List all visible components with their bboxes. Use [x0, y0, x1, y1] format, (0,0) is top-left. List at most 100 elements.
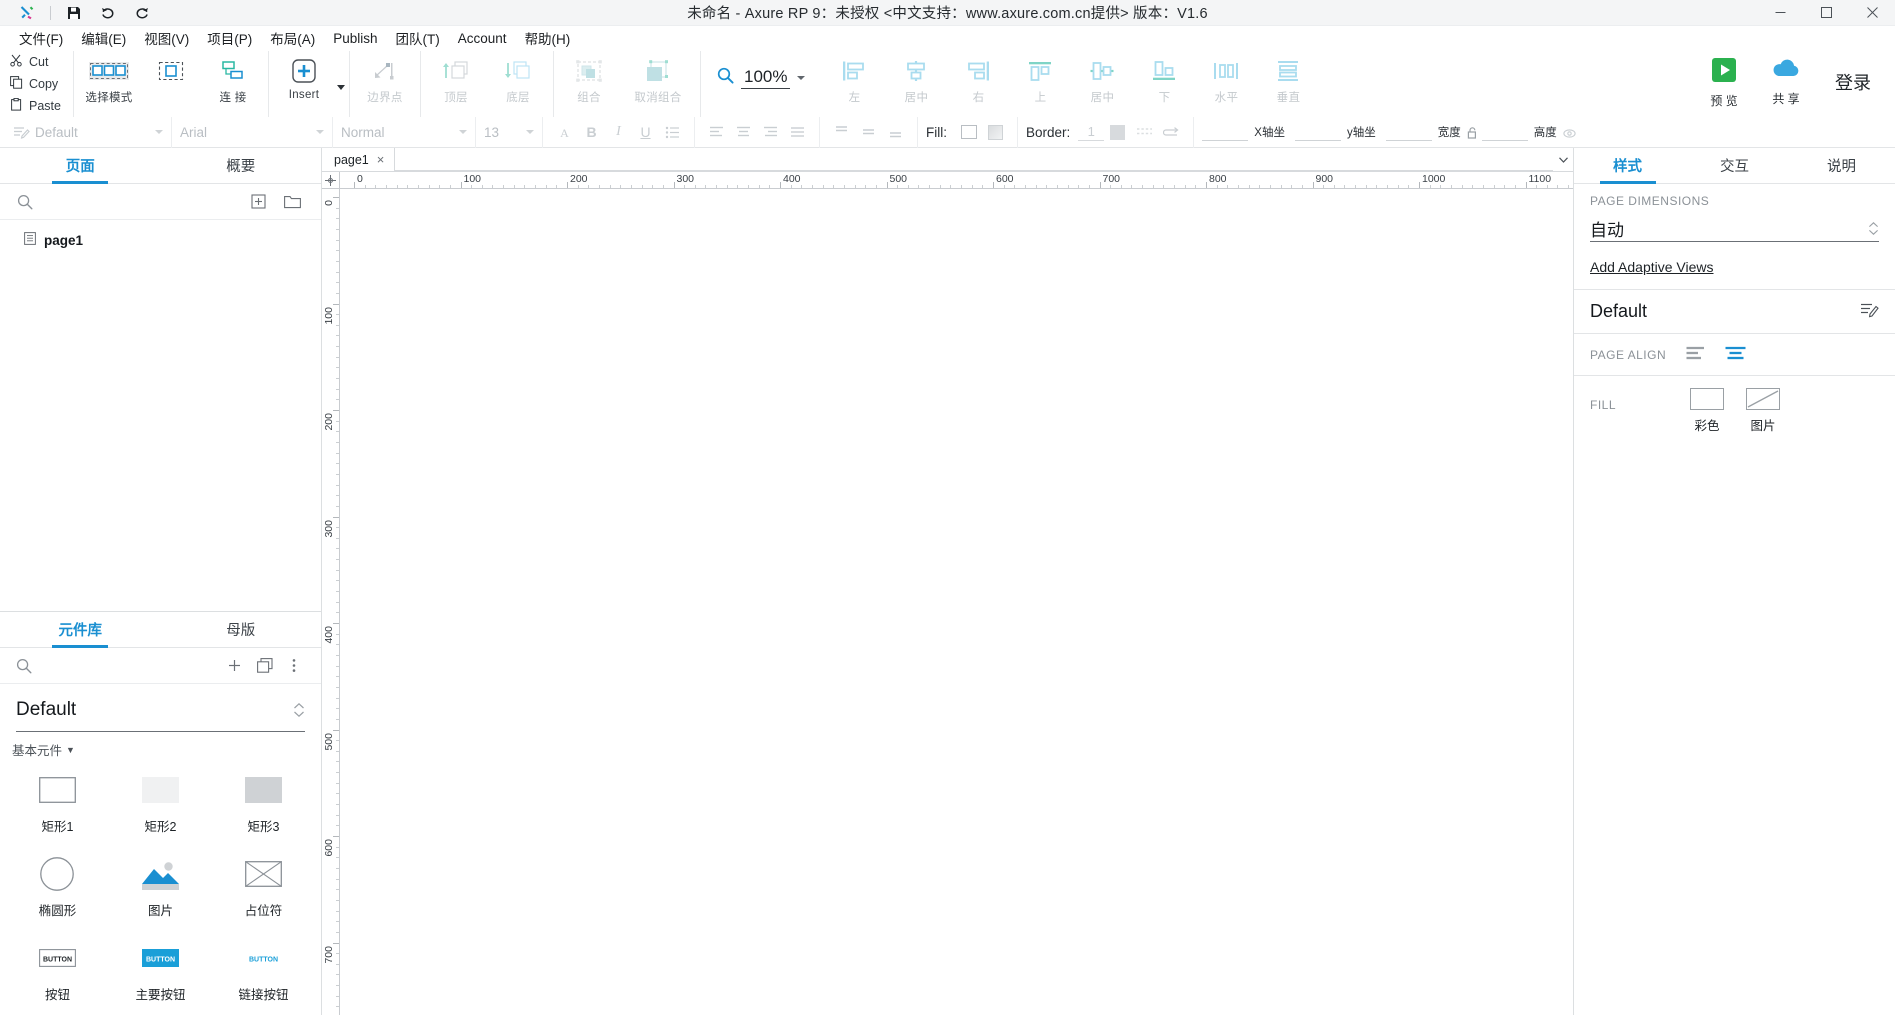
cut-button[interactable]: Cut	[10, 52, 73, 72]
horizontal-ruler-track[interactable]: 0100200300400500600700800900100011001200	[340, 172, 1573, 188]
widget-ellipse[interactable]: 椭圆形	[6, 847, 109, 931]
width-field[interactable]: 宽度	[1385, 124, 1478, 141]
tab-notes[interactable]: 说明	[1788, 148, 1895, 183]
widget-image[interactable]: 图片	[109, 847, 212, 931]
height-input[interactable]	[1481, 124, 1528, 141]
menu-project[interactable]: 项目(P)	[198, 25, 261, 51]
tab-style[interactable]: 样式	[1574, 148, 1681, 183]
tab-outline[interactable]: 概要	[161, 148, 322, 183]
bold-icon[interactable]: B	[578, 120, 605, 144]
menu-file[interactable]: 文件(F)	[10, 25, 72, 51]
search-icon[interactable]	[16, 658, 32, 674]
valign-top-icon[interactable]	[828, 120, 855, 144]
chevron-down-icon[interactable]	[797, 76, 806, 80]
select-mode-button[interactable]: 选择模式	[78, 51, 140, 111]
align-center-button[interactable]: 居中	[885, 51, 947, 111]
arrow-style-icon[interactable]	[1158, 120, 1185, 144]
insert-button[interactable]: Insert	[273, 51, 335, 111]
send-to-back-button[interactable]: 底层	[487, 51, 549, 111]
align-middle-button[interactable]: 居中	[1071, 51, 1133, 111]
y-input[interactable]	[1294, 124, 1341, 141]
dimensions-spinner-icon[interactable]	[1868, 221, 1879, 236]
select-single-button[interactable]	[140, 51, 202, 111]
page-dimensions-select[interactable]: 自动	[1590, 216, 1879, 242]
library-spinner-icon[interactable]	[293, 702, 305, 718]
share-button[interactable]: 共 享	[1755, 51, 1817, 113]
redo-icon[interactable]	[125, 0, 159, 26]
page-align-center-icon[interactable]	[1725, 345, 1746, 365]
bullet-list-icon[interactable]	[659, 120, 686, 144]
copy-button[interactable]: Copy	[10, 74, 73, 94]
preview-button[interactable]: 预 览	[1693, 51, 1755, 113]
library-select[interactable]: Default	[16, 688, 305, 732]
add-adaptive-views-link[interactable]: Add Adaptive Views	[1590, 259, 1879, 275]
boundary-point-button[interactable]: 边界点	[354, 51, 416, 111]
border-color-swatch[interactable]	[1104, 120, 1131, 144]
width-input[interactable]	[1385, 124, 1432, 141]
page-align-left-icon[interactable]	[1686, 345, 1707, 365]
zoom-control[interactable]: 100%	[701, 45, 819, 111]
widget-primary-button[interactable]: BUTTON 主要按钮	[109, 931, 212, 1015]
valign-bottom-icon[interactable]	[882, 120, 909, 144]
save-icon[interactable]	[57, 0, 91, 26]
x-input[interactable]	[1202, 124, 1249, 141]
widget-rectangle-3[interactable]: 矩形3	[212, 763, 315, 847]
library-more-icon[interactable]	[283, 653, 305, 679]
text-align-justify-icon[interactable]	[784, 120, 811, 144]
align-left-button[interactable]: 左	[823, 51, 885, 111]
italic-icon[interactable]: I	[605, 120, 632, 144]
widget-rectangle-2[interactable]: 矩形2	[109, 763, 212, 847]
tab-interactions[interactable]: 交互	[1681, 148, 1788, 183]
lock-icon[interactable]	[1467, 126, 1478, 141]
connect-button[interactable]: 连 接	[202, 51, 264, 111]
ruler-origin-icon[interactable]	[322, 172, 340, 188]
distribute-vertical-button[interactable]: 垂直	[1257, 51, 1319, 111]
fill-color-option[interactable]: 彩色	[1690, 388, 1724, 434]
valign-middle-icon[interactable]	[855, 120, 882, 144]
distribute-horizontal-button[interactable]: 水平	[1195, 51, 1257, 111]
paste-button[interactable]: Paste	[10, 96, 73, 116]
text-align-center-icon[interactable]	[730, 120, 757, 144]
vertical-ruler[interactable]: 0100200300400500600700800	[322, 189, 340, 1015]
close-icon[interactable]: ×	[377, 152, 385, 167]
group-button[interactable]: 组合	[558, 51, 620, 111]
menu-layout[interactable]: 布局(A)	[261, 25, 324, 51]
text-align-right-icon[interactable]	[757, 120, 784, 144]
canvas-tab-dropdown[interactable]	[1553, 148, 1573, 171]
height-field[interactable]: 高度	[1481, 124, 1576, 141]
border-style-icon[interactable]	[1131, 120, 1158, 144]
widget-rectangle-1[interactable]: 矩形1	[6, 763, 109, 847]
fill-image-option[interactable]: 图片	[1746, 388, 1780, 434]
login-button[interactable]: 登录	[1817, 51, 1885, 113]
menu-account[interactable]: Account	[449, 28, 516, 49]
font-size-select[interactable]: 13	[484, 121, 534, 143]
tab-pages[interactable]: 页面	[0, 148, 161, 183]
bring-to-front-button[interactable]: 顶层	[425, 51, 487, 111]
search-icon[interactable]	[16, 194, 34, 210]
tab-masters[interactable]: 母版	[161, 612, 322, 647]
zoom-level[interactable]: 100%	[741, 67, 791, 89]
menu-team[interactable]: 团队(T)	[387, 25, 449, 51]
insert-dropdown-caret[interactable]	[337, 84, 345, 90]
y-field[interactable]: y轴坐	[1294, 124, 1382, 141]
fill-color-swatch[interactable]	[955, 120, 982, 144]
visibility-eye-icon[interactable]	[1563, 128, 1576, 141]
fill-gradient-swatch[interactable]	[982, 120, 1009, 144]
design-canvas[interactable]	[340, 189, 1573, 1015]
widget-button[interactable]: BUTTON 按钮	[6, 931, 109, 1015]
menu-view[interactable]: 视图(V)	[135, 25, 198, 51]
style-select[interactable]: Default	[35, 121, 163, 143]
border-width-input[interactable]: 1	[1078, 124, 1105, 141]
widget-link-button[interactable]: BUTTON 链接按钮	[212, 931, 315, 1015]
page-item-page1[interactable]: page1	[0, 228, 321, 252]
underline-icon[interactable]: U	[632, 120, 659, 144]
font-weight-select[interactable]: Normal	[341, 121, 467, 143]
close-button[interactable]	[1849, 0, 1895, 26]
menu-edit[interactable]: 编辑(E)	[72, 25, 135, 51]
add-library-icon[interactable]	[224, 653, 246, 679]
menu-publish[interactable]: Publish	[324, 28, 386, 49]
ungroup-button[interactable]: 取消组合	[620, 51, 696, 111]
add-page-icon[interactable]	[245, 189, 271, 215]
add-folder-icon[interactable]	[279, 189, 305, 215]
library-windows-icon[interactable]	[254, 653, 276, 679]
